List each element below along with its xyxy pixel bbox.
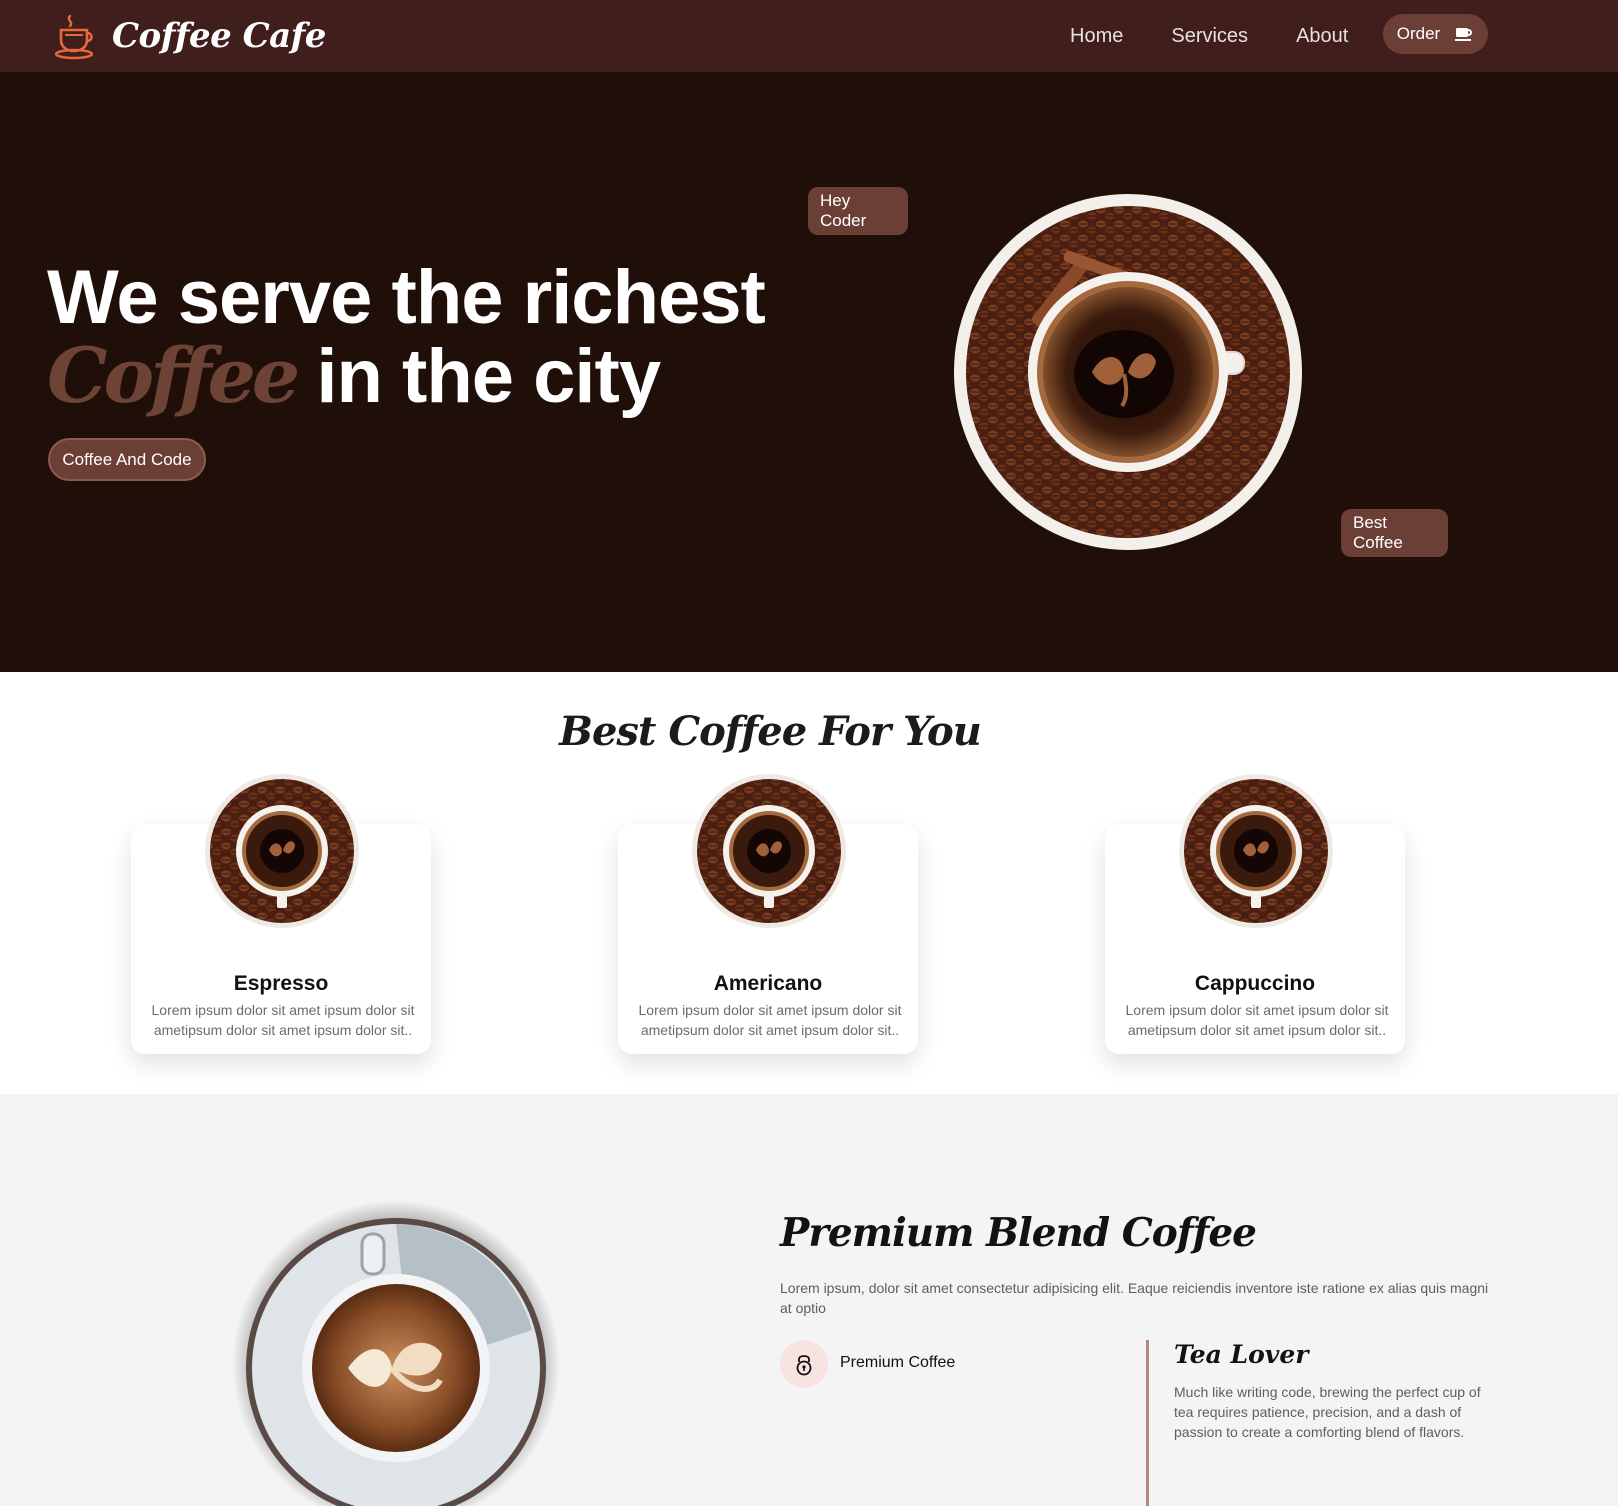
hero-title-accent: Coffee [47,331,300,420]
cappuccino-image [1179,774,1333,928]
americano-image [692,774,846,928]
coffee-cup-steam-icon [54,14,94,60]
hero-coffee-image [954,194,1302,550]
nav-link-services[interactable]: Services [1171,25,1248,48]
best-coffee-section: Best Coffee For You Espresso Lorem ipsum… [0,672,1618,1094]
hey-coder-tag: Hey Coder [808,187,908,235]
order-button-label: Order [1396,24,1441,43]
coffee-card-americano[interactable]: Americano Lorem ipsum dolor sit amet ips… [618,774,918,1054]
premium-description: Lorem ipsum, dolor sit amet consectetur … [780,1280,1489,1316]
tea-lover-description: Much like writing code, brewing the perf… [1174,1384,1481,1440]
premium-section: Premium Blend Coffee Lorem ipsum, dolor … [0,1094,1618,1506]
card-title: Espresso [233,972,329,995]
section-divider [1146,1340,1149,1506]
card-title: Cappuccino [1194,972,1316,995]
card-description: Lorem ipsum dolor sit amet ipsum dolor s… [638,1002,902,1038]
tea-lover-title: Tea Lover [1174,1340,1309,1369]
espresso-image [205,774,359,928]
brand-logo[interactable]: Coffee Cafe [52,10,326,62]
best-coffee-title: Best Coffee For You [559,708,982,755]
brand-name: Coffee Cafe [112,16,326,56]
premium-feature-label: Premium Coffee [840,1354,956,1371]
lock-icon [796,1355,812,1376]
coffee-and-code-button[interactable]: Coffee And Code [48,438,206,481]
nav-link-about[interactable]: About [1296,25,1348,48]
navbar: Coffee Cafe Home Services About Order [0,0,1618,72]
hero-title-line1: We serve the richest [47,255,766,340]
premium-title: Premium Blend Coffee [780,1210,1257,1256]
coffee-card-espresso[interactable]: Espresso Lorem ipsum dolor sit amet ipsu… [131,774,431,1054]
card-description: Lorem ipsum dolor sit amet ipsum dolor s… [151,1002,415,1038]
best-coffee-tag: Best Coffee [1341,509,1448,557]
premium-feature-icon-wrap [780,1340,828,1388]
hero-title-rest: in the city [296,334,661,419]
hero-section: We serve the richest Coffee in the city … [0,72,1618,672]
order-button[interactable]: Order [1383,14,1488,54]
latte-image [232,1200,560,1506]
card-title: Americano [713,972,823,995]
card-description: Lorem ipsum dolor sit amet ipsum dolor s… [1125,1002,1389,1038]
hero-title: We serve the richest Coffee in the city [47,259,766,419]
coffee-cup-icon [1455,28,1473,41]
nav-links: Home Services About [1070,0,1348,72]
coffee-card-cappuccino[interactable]: Cappuccino Lorem ipsum dolor sit amet ip… [1105,774,1405,1054]
nav-link-home[interactable]: Home [1070,25,1123,48]
